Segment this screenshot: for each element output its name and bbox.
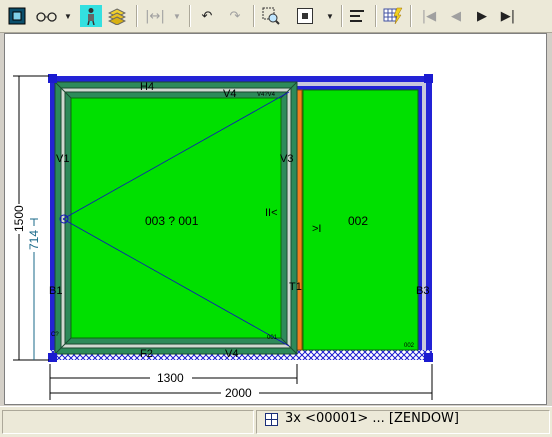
dim-714: 714 [27, 230, 41, 250]
corner-cap [424, 353, 433, 362]
dim-1300: 1300 [157, 371, 184, 385]
toolbar: ▼ |↔| ▼ ↶ ↷ ▼ |◀ ◀ ▶ ▶| [0, 0, 552, 33]
glasses-icon[interactable] [34, 5, 60, 27]
label-v4: V4 [223, 88, 236, 100]
grid-icon [265, 413, 278, 426]
label-v4-small: V4?V4 [257, 92, 276, 98]
previous-record-icon: ◀ [451, 8, 461, 24]
label-small-cn: C? [51, 332, 59, 338]
last-record-icon[interactable]: ▶| [497, 5, 519, 27]
view-mode-icon[interactable] [6, 5, 28, 27]
label-hinge-mark: II< [265, 207, 278, 219]
undo-icon[interactable]: ↶ [196, 5, 218, 27]
person-icon[interactable] [80, 5, 102, 27]
label-sash: 003 ? 001 [145, 214, 199, 228]
label-t1: T1 [289, 281, 302, 293]
frame-select-dropdown-icon[interactable]: ▼ [325, 5, 335, 27]
label-h4: H4 [140, 81, 154, 93]
label-v3: V3 [280, 153, 293, 165]
grid-lightning-icon[interactable] [382, 5, 404, 27]
status-text: 3x <00001> ... [ZENDOW] [285, 411, 459, 426]
zoom-select-icon[interactable] [260, 5, 282, 27]
dim-2000: 2000 [225, 386, 252, 400]
label-v4-bottom: V4 [225, 348, 238, 360]
dimension-dropdown-icon: ▼ [173, 11, 181, 21]
label-small-002: 002 [404, 343, 415, 349]
frame-select-icon[interactable] [294, 5, 316, 27]
label-f2: F2 [140, 348, 153, 360]
align-icon[interactable] [346, 5, 368, 27]
corner-cap [48, 74, 57, 83]
corner-cap [424, 74, 433, 83]
drawing-canvas[interactable]: H4 V4 V4?V4 V1 V3 B1 T1 B3 F2 V4 003 ? 0… [4, 33, 547, 405]
dim-1500: 1500 [12, 205, 26, 232]
status-pane-left [2, 410, 254, 434]
label-fixed-mark: >I [312, 223, 321, 235]
label-b3: B3 [416, 285, 429, 297]
label-v1: V1 [56, 153, 69, 165]
label-fixed: 002 [348, 214, 368, 228]
label-small-001: 001 [267, 335, 278, 341]
redo-icon: ↷ [229, 8, 241, 24]
layers-icon[interactable] [106, 5, 128, 27]
dimension-icon: |↔| [145, 8, 165, 24]
label-b1: B1 [49, 285, 62, 297]
corner-cap [48, 353, 57, 362]
glasses-dropdown-icon[interactable]: ▼ [63, 5, 73, 27]
first-record-icon: |◀ [421, 8, 437, 24]
next-record-icon[interactable]: ▶ [471, 5, 493, 27]
